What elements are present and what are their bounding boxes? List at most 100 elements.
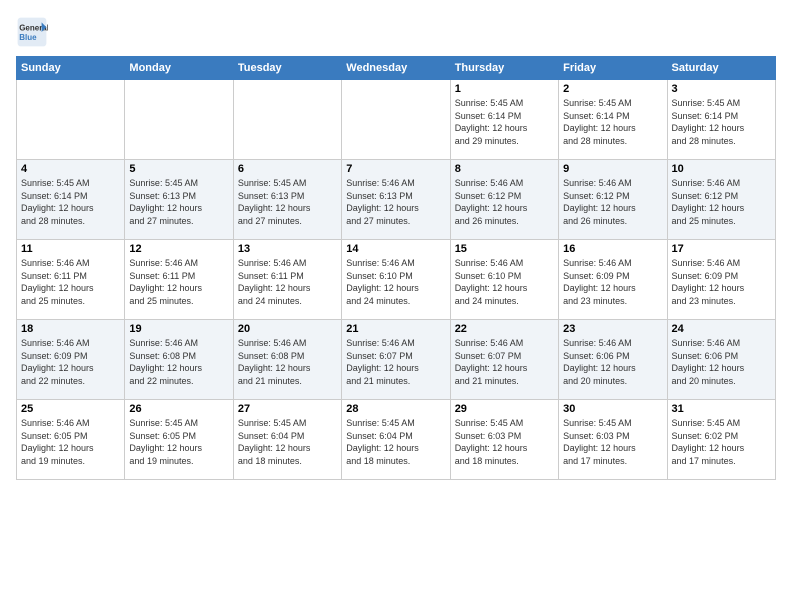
day-number: 1 xyxy=(455,83,554,95)
calendar-cell: 28 Sunrise: 5:45 AMSunset: 6:04 PMDayligh… xyxy=(342,400,450,480)
calendar-cell: 19 Sunrise: 5:46 AMSunset: 6:08 PMDayligh… xyxy=(125,320,233,400)
day-number: 14 xyxy=(346,243,445,255)
svg-text:Blue: Blue xyxy=(19,33,37,42)
logo: General Blue xyxy=(16,16,52,48)
day-number: 17 xyxy=(672,243,771,255)
day-info: Sunrise: 5:46 AMSunset: 6:12 PMDaylight:… xyxy=(672,177,771,227)
day-number: 7 xyxy=(346,163,445,175)
day-info: Sunrise: 5:46 AMSunset: 6:08 PMDaylight:… xyxy=(238,337,337,387)
calendar-cell: 9 Sunrise: 5:46 AMSunset: 6:12 PMDaylight… xyxy=(559,160,667,240)
calendar-cell: 24Sunrise: 5:46 AMSunset: 6:06 PMDayligh… xyxy=(667,320,775,400)
day-info: Sunrise: 5:45 AMSunset: 6:02 PMDaylight:… xyxy=(672,417,771,467)
day-number: 26 xyxy=(129,403,228,415)
day-number: 9 xyxy=(563,163,662,175)
calendar-cell: 15Sunrise: 5:46 AMSunset: 6:10 PMDayligh… xyxy=(450,240,558,320)
day-info: Sunrise: 5:46 AMSunset: 6:11 PMDaylight:… xyxy=(129,257,228,307)
day-number: 2 xyxy=(563,83,662,95)
day-number: 27 xyxy=(238,403,337,415)
day-info: Sunrise: 5:46 AMSunset: 6:05 PMDaylight:… xyxy=(21,417,120,467)
calendar-cell: 21Sunrise: 5:46 AMSunset: 6:07 PMDayligh… xyxy=(342,320,450,400)
header-wednesday: Wednesday xyxy=(342,57,450,80)
day-info: Sunrise: 5:45 AMSunset: 6:03 PMDaylight:… xyxy=(563,417,662,467)
day-number: 31 xyxy=(672,403,771,415)
calendar-cell: 17Sunrise: 5:46 AMSunset: 6:09 PMDayligh… xyxy=(667,240,775,320)
day-number: 4 xyxy=(21,163,120,175)
day-info: Sunrise: 5:46 AMSunset: 6:12 PMDaylight:… xyxy=(455,177,554,227)
calendar-cell xyxy=(17,80,125,160)
day-number: 30 xyxy=(563,403,662,415)
logo-icon: General Blue xyxy=(16,16,48,48)
day-info: Sunrise: 5:45 AMSunset: 6:14 PMDaylight:… xyxy=(455,97,554,147)
calendar-cell: 29 Sunrise: 5:45 AMSunset: 6:03 PMDayligh… xyxy=(450,400,558,480)
day-info: Sunrise: 5:45 AMSunset: 6:14 PMDaylight:… xyxy=(672,97,771,147)
header-friday: Friday xyxy=(559,57,667,80)
day-info: Sunrise: 5:45 AMSunset: 6:04 PMDaylight:… xyxy=(346,417,445,467)
week-row-2: 4 Sunrise: 5:45 AMSunset: 6:14 PMDaylight… xyxy=(17,160,776,240)
day-info: Sunrise: 5:46 AMSunset: 6:07 PMDaylight:… xyxy=(346,337,445,387)
calendar-cell: 10 Sunrise: 5:46 AMSunset: 6:12 PMDayligh… xyxy=(667,160,775,240)
day-number: 10 xyxy=(672,163,771,175)
day-info: Sunrise: 5:46 AMSunset: 6:12 PMDaylight:… xyxy=(563,177,662,227)
header-sunday: Sunday xyxy=(17,57,125,80)
day-number: 18 xyxy=(21,323,120,335)
day-number: 13 xyxy=(238,243,337,255)
day-number: 23 xyxy=(563,323,662,335)
week-row-1: 1 Sunrise: 5:45 AMSunset: 6:14 PMDaylight… xyxy=(17,80,776,160)
calendar-cell: 1 Sunrise: 5:45 AMSunset: 6:14 PMDaylight… xyxy=(450,80,558,160)
day-number: 28 xyxy=(346,403,445,415)
calendar-cell xyxy=(233,80,341,160)
calendar-cell: 26 Sunrise: 5:45 AMSunset: 6:05 PMDayligh… xyxy=(125,400,233,480)
calendar-cell: 14 Sunrise: 5:46 AMSunset: 6:10 PMDayligh… xyxy=(342,240,450,320)
day-number: 15 xyxy=(455,243,554,255)
day-number: 8 xyxy=(455,163,554,175)
day-number: 24 xyxy=(672,323,771,335)
day-info: Sunrise: 5:46 AMSunset: 6:11 PMDaylight:… xyxy=(21,257,120,307)
day-info: Sunrise: 5:45 AMSunset: 6:05 PMDaylight:… xyxy=(129,417,228,467)
day-info: Sunrise: 5:45 AMSunset: 6:14 PMDaylight:… xyxy=(563,97,662,147)
day-number: 16 xyxy=(563,243,662,255)
day-info: Sunrise: 5:46 AMSunset: 6:09 PMDaylight:… xyxy=(563,257,662,307)
calendar-cell: 30 Sunrise: 5:45 AMSunset: 6:03 PMDayligh… xyxy=(559,400,667,480)
day-number: 29 xyxy=(455,403,554,415)
day-number: 19 xyxy=(129,323,228,335)
calendar-cell: 7 Sunrise: 5:46 AMSunset: 6:13 PMDaylight… xyxy=(342,160,450,240)
day-number: 5 xyxy=(129,163,228,175)
calendar-cell: 12 Sunrise: 5:46 AMSunset: 6:11 PMDayligh… xyxy=(125,240,233,320)
day-info: Sunrise: 5:45 AMSunset: 6:14 PMDaylight:… xyxy=(21,177,120,227)
calendar-cell xyxy=(125,80,233,160)
day-number: 6 xyxy=(238,163,337,175)
header-saturday: Saturday xyxy=(667,57,775,80)
calendar-cell: 25 Sunrise: 5:46 AMSunset: 6:05 PMDayligh… xyxy=(17,400,125,480)
calendar-cell: 13Sunrise: 5:46 AMSunset: 6:11 PMDayligh… xyxy=(233,240,341,320)
calendar-cell: 3Sunrise: 5:45 AMSunset: 6:14 PMDaylight… xyxy=(667,80,775,160)
calendar-cell: 2 Sunrise: 5:45 AMSunset: 6:14 PMDaylight… xyxy=(559,80,667,160)
calendar-cell: 4 Sunrise: 5:45 AMSunset: 6:14 PMDaylight… xyxy=(17,160,125,240)
day-number: 11 xyxy=(21,243,120,255)
header-tuesday: Tuesday xyxy=(233,57,341,80)
calendar-table: SundayMondayTuesdayWednesdayThursdayFrid… xyxy=(16,56,776,480)
calendar-cell: 8 Sunrise: 5:46 AMSunset: 6:12 PMDaylight… xyxy=(450,160,558,240)
calendar-cell: 11 Sunrise: 5:46 AMSunset: 6:11 PMDayligh… xyxy=(17,240,125,320)
calendar-header-row: SundayMondayTuesdayWednesdayThursdayFrid… xyxy=(17,57,776,80)
day-info: Sunrise: 5:45 AMSunset: 6:04 PMDaylight:… xyxy=(238,417,337,467)
day-info: Sunrise: 5:46 AMSunset: 6:13 PMDaylight:… xyxy=(346,177,445,227)
calendar-cell: 6Sunrise: 5:45 AMSunset: 6:13 PMDaylight… xyxy=(233,160,341,240)
week-row-4: 18Sunrise: 5:46 AMSunset: 6:09 PMDayligh… xyxy=(17,320,776,400)
calendar-cell: 16 Sunrise: 5:46 AMSunset: 6:09 PMDayligh… xyxy=(559,240,667,320)
day-info: Sunrise: 5:46 AMSunset: 6:10 PMDaylight:… xyxy=(346,257,445,307)
calendar-cell: 23Sunrise: 5:46 AMSunset: 6:06 PMDayligh… xyxy=(559,320,667,400)
day-info: Sunrise: 5:45 AMSunset: 6:13 PMDaylight:… xyxy=(129,177,228,227)
day-number: 25 xyxy=(21,403,120,415)
day-number: 12 xyxy=(129,243,228,255)
calendar-cell: 31 Sunrise: 5:45 AMSunset: 6:02 PMDayligh… xyxy=(667,400,775,480)
day-info: Sunrise: 5:46 AMSunset: 6:08 PMDaylight:… xyxy=(129,337,228,387)
calendar-cell xyxy=(342,80,450,160)
day-number: 22 xyxy=(455,323,554,335)
calendar-cell: 22 Sunrise: 5:46 AMSunset: 6:07 PMDayligh… xyxy=(450,320,558,400)
day-info: Sunrise: 5:46 AMSunset: 6:07 PMDaylight:… xyxy=(455,337,554,387)
calendar-cell: 20 Sunrise: 5:46 AMSunset: 6:08 PMDayligh… xyxy=(233,320,341,400)
calendar-cell: 5 Sunrise: 5:45 AMSunset: 6:13 PMDaylight… xyxy=(125,160,233,240)
day-info: Sunrise: 5:45 AMSunset: 6:03 PMDaylight:… xyxy=(455,417,554,467)
day-number: 20 xyxy=(238,323,337,335)
calendar-cell: 27 Sunrise: 5:45 AMSunset: 6:04 PMDayligh… xyxy=(233,400,341,480)
